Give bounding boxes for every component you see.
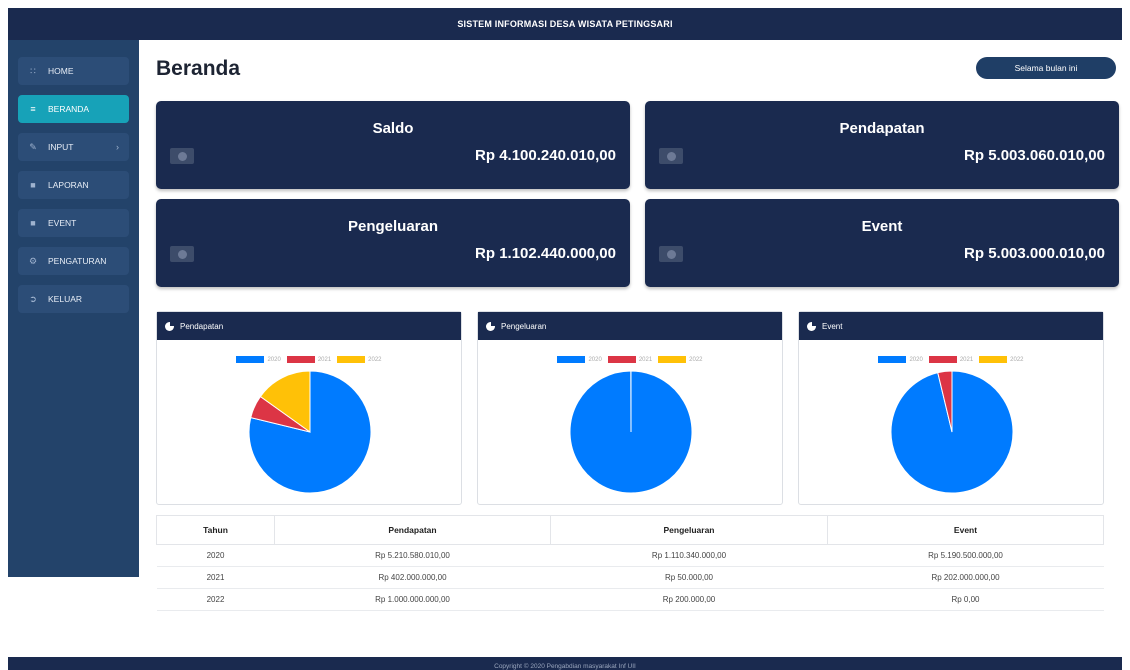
sidebar-item-label: KELUAR [48,294,83,304]
table-row: 2022 Rp 1.000.000.000,00 Rp 200.000,00 R… [156,588,1104,611]
sidebar-item-input[interactable]: ✎ INPUT › [18,133,129,161]
column-header: Event [827,515,1104,545]
table-cell: Rp 1.000.000.000,00 [274,588,551,611]
sidebar-item-label: LAPORAN [48,180,89,190]
column-header: Tahun [156,515,275,545]
panel-title: Event [822,321,843,331]
sidebar-item-label: BERANDA [48,104,90,114]
chart-legend: 2020 2021 2022 [478,356,782,363]
panel-header: Event [799,312,1103,340]
pie-chart-icon [807,320,817,331]
app-title: SISTEM INFORMASI DESA WISATA PETINGSARI [457,19,673,29]
legend-item[interactable]: 2021 [286,356,331,363]
copyright-text: Copyright © 2020 Pengabdian masyarakat I… [494,663,636,670]
table-header-row: Tahun Pendapatan Pengeluaran Event [156,515,1104,545]
table-row: 2021 Rp 402.000.000,00 Rp 50.000,00 Rp 2… [156,566,1104,589]
card-value: Rp 4.100.240.010,00 [475,147,616,164]
summary-table: Tahun Pendapatan Pengeluaran Event 2020 … [156,515,1104,611]
legend-item[interactable]: 2022 [337,356,382,363]
table-cell: Rp 402.000.000,00 [274,566,551,589]
table-cell: 2020 [156,544,275,567]
table-cell: Rp 202.000.000,00 [827,566,1104,589]
sidebar-item-event[interactable]: ■ EVENT [18,209,129,237]
legend-item[interactable]: 2022 [979,356,1024,363]
card-value: Rp 5.003.000.010,00 [964,245,1105,262]
column-header: Pendapatan [274,515,551,545]
chevron-right-icon: › [116,142,119,152]
panel-title: Pengeluaran [501,321,547,331]
table-cell: Rp 5.190.500.000,00 [827,544,1104,567]
pie-chart [569,370,693,494]
table-cell: Rp 5.210.580.010,00 [274,544,551,567]
money-icon [659,246,683,262]
period-filter-button[interactable]: Selama bulan ini [976,57,1116,79]
saldo-card: Saldo Rp 4.100.240.010,00 [156,101,630,189]
pie-chart-icon [486,320,496,331]
card-title: Pendapatan [839,120,925,137]
grid-icon: ∷ [30,65,36,76]
sidebar-item-beranda[interactable]: ≡ BERANDA [18,95,129,123]
pengeluaran-chart-panel: Pengeluaran 2020 2021 2022 [477,311,783,505]
table-cell: 2021 [156,566,275,589]
legend-item[interactable]: 2021 [607,356,652,363]
pendapatan-chart-panel: Pendapatan 2020 2021 2022 [156,311,462,505]
page-title: Beranda [156,57,241,80]
edit-icon: ✎ [29,141,37,152]
sidebar-item-keluar[interactable]: ➲ KELUAR [18,285,129,313]
cogs-icon: ⚙ [28,255,38,266]
table-cell: Rp 50.000,00 [550,566,828,589]
app-header: SISTEM INFORMASI DESA WISATA PETINGSARI [8,8,1122,40]
panel-header: Pendapatan [157,312,461,340]
card-title: Pengeluaran [347,218,439,235]
legend-item[interactable]: 2020 [878,356,923,363]
event-chart-panel: Event 2020 2021 2022 [798,311,1104,505]
footer: Copyright © 2020 Pengabdian masyarakat I… [8,657,1122,670]
sidebar-item-laporan[interactable]: ■ LAPORAN [18,171,129,199]
card-title: Saldo [372,120,414,137]
layers-icon: ≡ [30,104,36,114]
card-title: Event [861,218,903,235]
sidebar-item-pengaturan[interactable]: ⚙ PENGATURAN [18,247,129,275]
legend-item[interactable]: 2021 [928,356,973,363]
book-icon: ■ [30,180,36,190]
book-icon: ■ [30,218,36,228]
sidebar-item-label: EVENT [48,218,77,228]
chart-legend: 2020 2021 2022 [157,356,461,363]
legend-item[interactable]: 2020 [236,356,281,363]
pengeluaran-card: Pengeluaran Rp 1.102.440.000,00 [156,199,630,287]
money-icon [170,246,194,262]
sign-out-icon: ➲ [29,293,37,304]
legend-item[interactable]: 2022 [658,356,703,363]
card-value: Rp 5.003.060.010,00 [964,147,1105,164]
pendapatan-card: Pendapatan Rp 5.003.060.010,00 [645,101,1119,189]
table-cell: Rp 200.000,00 [550,588,828,611]
panel-header: Pengeluaran [478,312,782,340]
chart-legend: 2020 2021 2022 [799,356,1103,363]
table-cell: Rp 0,00 [827,588,1104,611]
event-card: Event Rp 5.003.000.010,00 [645,199,1119,287]
money-icon [170,148,194,164]
sidebar-item-label: INPUT [48,142,74,152]
sidebar-item-home[interactable]: ∷ HOME [18,57,129,85]
table-row: 2020 Rp 5.210.580.010,00 Rp 1.110.340.00… [156,544,1104,567]
money-icon [659,148,683,164]
column-header: Pengeluaran [550,515,828,545]
card-value: Rp 1.102.440.000,00 [475,245,616,262]
pie-chart [890,370,1014,494]
pie-chart-icon [165,320,175,331]
legend-item[interactable]: 2020 [557,356,602,363]
pie-chart [248,370,372,494]
sidebar-item-label: HOME [48,66,74,76]
sidebar: ∷ HOME ≡ BERANDA ✎ INPUT › ■ LAPORAN ■ E… [8,40,139,577]
table-cell: Rp 1.110.340.000,00 [550,544,828,567]
sidebar-item-label: PENGATURAN [48,256,107,266]
table-cell: 2022 [156,588,275,611]
panel-title: Pendapatan [180,321,224,331]
